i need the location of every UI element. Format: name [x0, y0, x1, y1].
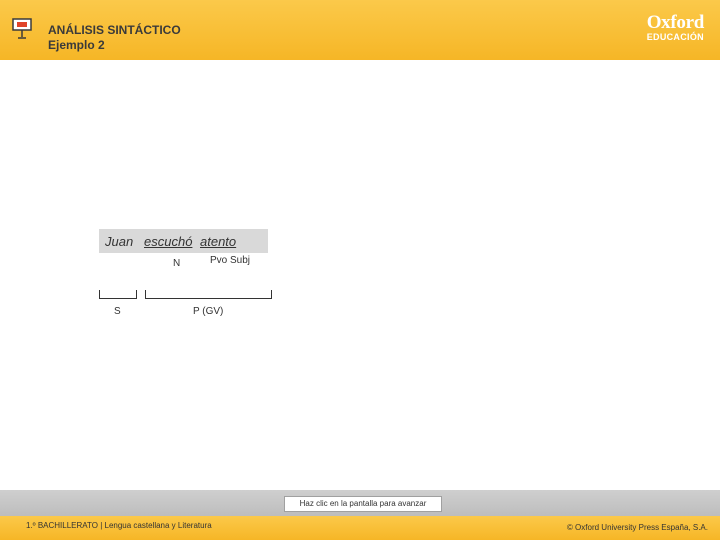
predicate-bracket: [145, 290, 272, 299]
oxford-logo: Oxford EDUCACIÓN: [646, 12, 705, 43]
brand-name: Oxford: [646, 12, 705, 33]
copyright-label: © Oxford University Press España, S.A.: [566, 523, 708, 532]
page-subtitle: Ejemplo 2: [48, 38, 105, 52]
advance-button[interactable]: Haz clic en la pantalla para avanzar: [284, 496, 442, 512]
slide-canvas[interactable]: [3, 62, 717, 490]
subject-bracket: [99, 290, 137, 299]
course-label: 1.º BACHILLERATO | Lengua castellana y L…: [26, 521, 212, 530]
presentation-board-icon: [12, 18, 32, 39]
word-escucho: escuchó: [144, 234, 193, 249]
subject-label: S: [114, 306, 121, 317]
predicate-label: P (GV): [193, 306, 224, 317]
nucleus-label: N: [173, 258, 181, 269]
word-atento: atento: [200, 234, 237, 249]
page-title: ANÁLISIS SINTÁCTICO: [48, 23, 181, 37]
brand-sub: EDUCACIÓN: [646, 32, 704, 42]
header-bar: ANÁLISIS SINTÁCTICO Ejemplo 2 Oxford EDU…: [0, 0, 720, 60]
predicativo-label: Pvo Subj: [210, 255, 251, 266]
word-juan: Juan: [105, 234, 134, 249]
